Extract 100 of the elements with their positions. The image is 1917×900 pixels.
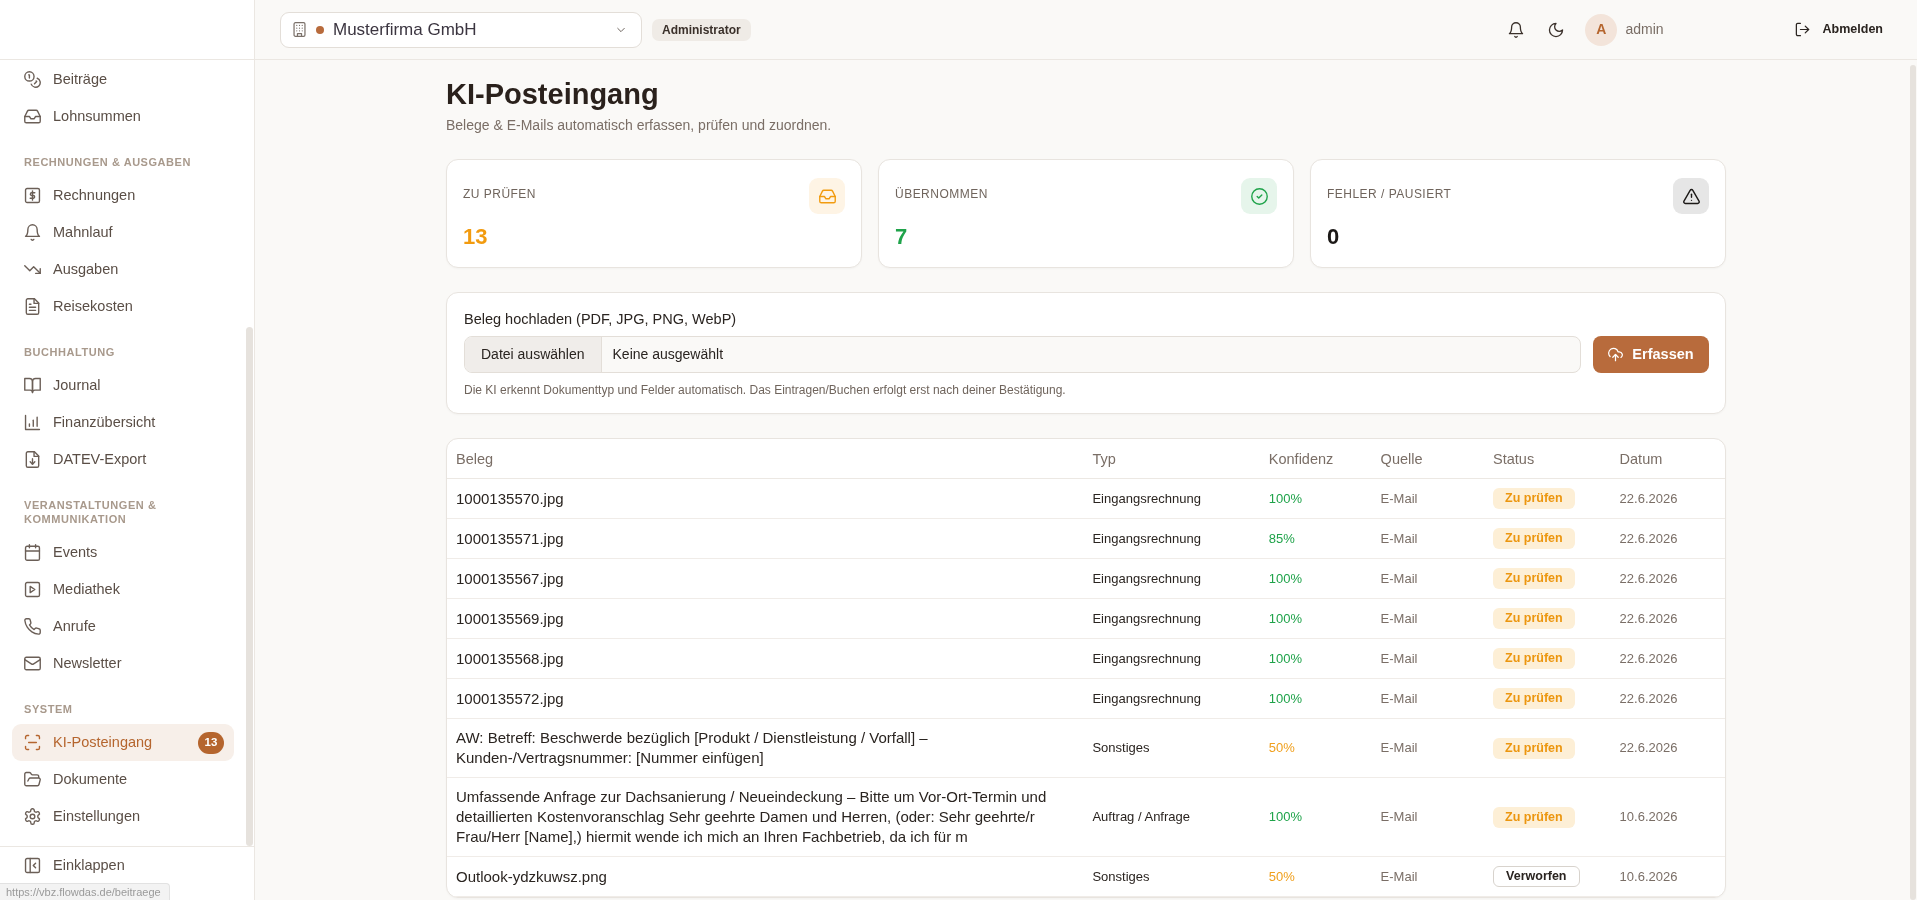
column-header[interactable]: Konfidenz — [1259, 439, 1372, 479]
table-cell: 1000135571.jpg — [447, 518, 1084, 559]
sidebar-item[interactable]: Mediathek — [12, 571, 234, 608]
building-icon — [292, 21, 307, 38]
inbox-icon — [24, 108, 41, 125]
table-cell: E-Mail — [1371, 856, 1485, 897]
status-badge: Zu prüfen — [1493, 568, 1575, 589]
table-cell: Sonstiges — [1083, 856, 1260, 897]
collapse-button[interactable]: Einklappen — [12, 847, 234, 884]
sidebar-item[interactable]: Journal — [12, 367, 234, 404]
sidebar-item[interactable]: Events — [12, 534, 234, 571]
table-cell: 10.6.2026 — [1610, 777, 1725, 857]
table-cell: 100% — [1259, 678, 1372, 719]
scrollbar[interactable] — [246, 327, 253, 846]
file-input[interactable]: Datei auswählen Keine ausgewählt — [464, 336, 1581, 373]
table-cell: E-Mail — [1371, 638, 1485, 679]
moon-icon[interactable] — [1548, 21, 1565, 38]
table-cell: E-Mail — [1371, 678, 1485, 719]
choose-file-button[interactable]: Datei auswählen — [465, 337, 602, 372]
table-cell: E-Mail — [1371, 478, 1485, 519]
table-cell: 22.6.2026 — [1610, 718, 1725, 778]
company-select[interactable]: Musterfirma GmbH — [280, 11, 642, 48]
settings-icon — [24, 808, 41, 825]
sidebar-item[interactable]: Einstellungen — [12, 798, 234, 835]
table-cell: Outlook-ydzkuwsz.png — [447, 856, 1084, 897]
table-cell: E-Mail — [1371, 598, 1485, 639]
user-name: admin — [1625, 20, 1664, 39]
sidebar-item[interactable]: Newsletter — [12, 645, 234, 682]
table-cell: 50% — [1259, 856, 1372, 897]
calendar-icon — [24, 544, 41, 561]
scrollbar[interactable] — [1910, 65, 1916, 900]
sidebar-item[interactable]: Beiträge — [12, 61, 234, 98]
dot-icon — [316, 25, 324, 34]
sidebar-item[interactable]: Anrufe — [12, 608, 234, 645]
column-header[interactable]: Quelle — [1371, 439, 1485, 479]
sidebar-item[interactable]: Dokumente — [12, 761, 234, 798]
table-cell: 1000135572.jpg — [447, 678, 1084, 719]
table-cell: 100% — [1259, 478, 1372, 519]
page-subtitle: Belege & E-Mails automatisch erfassen, prüfen und zuordnen. — [446, 116, 833, 135]
table-cell: 22.6.2026 — [1610, 678, 1725, 719]
folder-icon — [24, 771, 41, 788]
file-status-text: Keine ausgewählt — [611, 345, 724, 364]
panel-collapse-icon — [24, 857, 41, 874]
count-badge: 13 — [198, 731, 224, 754]
column-header[interactable]: Datum — [1610, 439, 1725, 479]
status-badge: Zu prüfen — [1493, 608, 1575, 629]
sidebar-item[interactable]: Finanzübersicht — [12, 404, 234, 441]
table-cell: 22.6.2026 — [1610, 598, 1725, 639]
sidebar-item[interactable]: Mahnlauf — [12, 214, 234, 251]
stat-label: FEHLER / PAUSIERT — [1327, 186, 1452, 202]
sidebar-item[interactable]: Rechnungen — [12, 177, 234, 214]
status-badge: Zu prüfen — [1493, 528, 1575, 549]
stat-value: 0 — [1327, 223, 1341, 251]
table-cell: 22.6.2026 — [1610, 478, 1725, 519]
mail-icon — [24, 655, 41, 672]
page-title: KI-Posteingang — [446, 77, 660, 112]
table-cell: AW: Betreff: Beschwerde bezüglich [Produkt / Dienstleistung / Vorfall] – Kunden-/Vertragsnummer: [Nummer einfügen] — [447, 718, 1084, 778]
status-badge: Verworfen — [1493, 866, 1580, 887]
section-heading: VERANSTALTUNGEN & KOMMUNIKATION — [23, 498, 158, 527]
submit-button[interactable]: Erfassen — [1593, 336, 1709, 373]
sidebar-item[interactable]: KI-Posteingang 13 — [12, 724, 234, 761]
file-download-icon — [24, 451, 41, 468]
sidebar-item[interactable]: Reisekosten — [12, 288, 234, 325]
status-badge: Zu prüfen — [1493, 488, 1575, 509]
table-cell: 22.6.2026 — [1610, 518, 1725, 559]
upload-label: Beleg hochladen (PDF, JPG, PNG, WebP) — [464, 310, 738, 329]
column-header[interactable]: Beleg — [447, 439, 1084, 479]
status-badge: Zu prüfen — [1493, 806, 1575, 828]
document-icon — [24, 298, 41, 315]
stat-value: 13 — [463, 223, 489, 251]
table-cell: 10.6.2026 — [1610, 856, 1725, 897]
role-badge: Administrator — [652, 18, 751, 41]
table-cell: E-Mail — [1371, 718, 1485, 778]
stat-label: ZU PRÜFEN — [463, 186, 536, 202]
sidebar-item[interactable]: Lohnsummen — [12, 98, 234, 135]
book-icon — [24, 377, 41, 394]
table-cell: 1000135570.jpg — [447, 478, 1084, 519]
table-cell: 100% — [1259, 598, 1372, 639]
sidebar-item[interactable]: DATEV-Export — [12, 441, 234, 478]
hint-text: Die KI erkennt Dokumenttyp und Felder automatisch. Das Eintragen/Buchen erfolgt erst nach deiner Bestätigung. — [464, 382, 1067, 398]
table-cell: 22.6.2026 — [1610, 558, 1725, 599]
table-cell: 50% — [1259, 718, 1372, 778]
table-cell: Eingangsrechnung — [1083, 678, 1260, 719]
table-cell: E-Mail — [1371, 777, 1485, 857]
sidebar-item[interactable]: Ausgaben — [12, 251, 234, 288]
section-heading: BUCHHALTUNG — [23, 345, 116, 360]
table-cell: Eingangsrechnung — [1083, 598, 1260, 639]
column-header[interactable]: Status — [1484, 439, 1611, 479]
status-badge: Zu prüfen — [1493, 688, 1575, 709]
table-cell: 1000135568.jpg — [447, 638, 1084, 679]
table-cell: 22.6.2026 — [1610, 638, 1725, 679]
notifications-icon[interactable] — [1508, 21, 1525, 38]
section-heading: RECHNUNGEN & AUSGABEN — [23, 155, 192, 170]
phone-icon — [24, 618, 41, 635]
inbox-icon — [809, 178, 845, 214]
table-cell: 1000135567.jpg — [447, 558, 1084, 599]
column-header[interactable]: Typ — [1083, 439, 1260, 479]
table-cell: 100% — [1259, 558, 1372, 599]
logout-button[interactable]: Abmelden — [1794, 20, 1883, 39]
table-cell: Umfassende Anfrage zur Dachsanierung / Neueindeckung – Bitte um Vor-Ort-Termin und detaillierten Kostenvoranschlag Sehr geehrte Damen und Herren, (oder: Sehr geehrte/r Frau/Herr [Name],) hiermit wende ich mich an Ihren Fachbetrieb, da ich für m — [447, 777, 1084, 857]
